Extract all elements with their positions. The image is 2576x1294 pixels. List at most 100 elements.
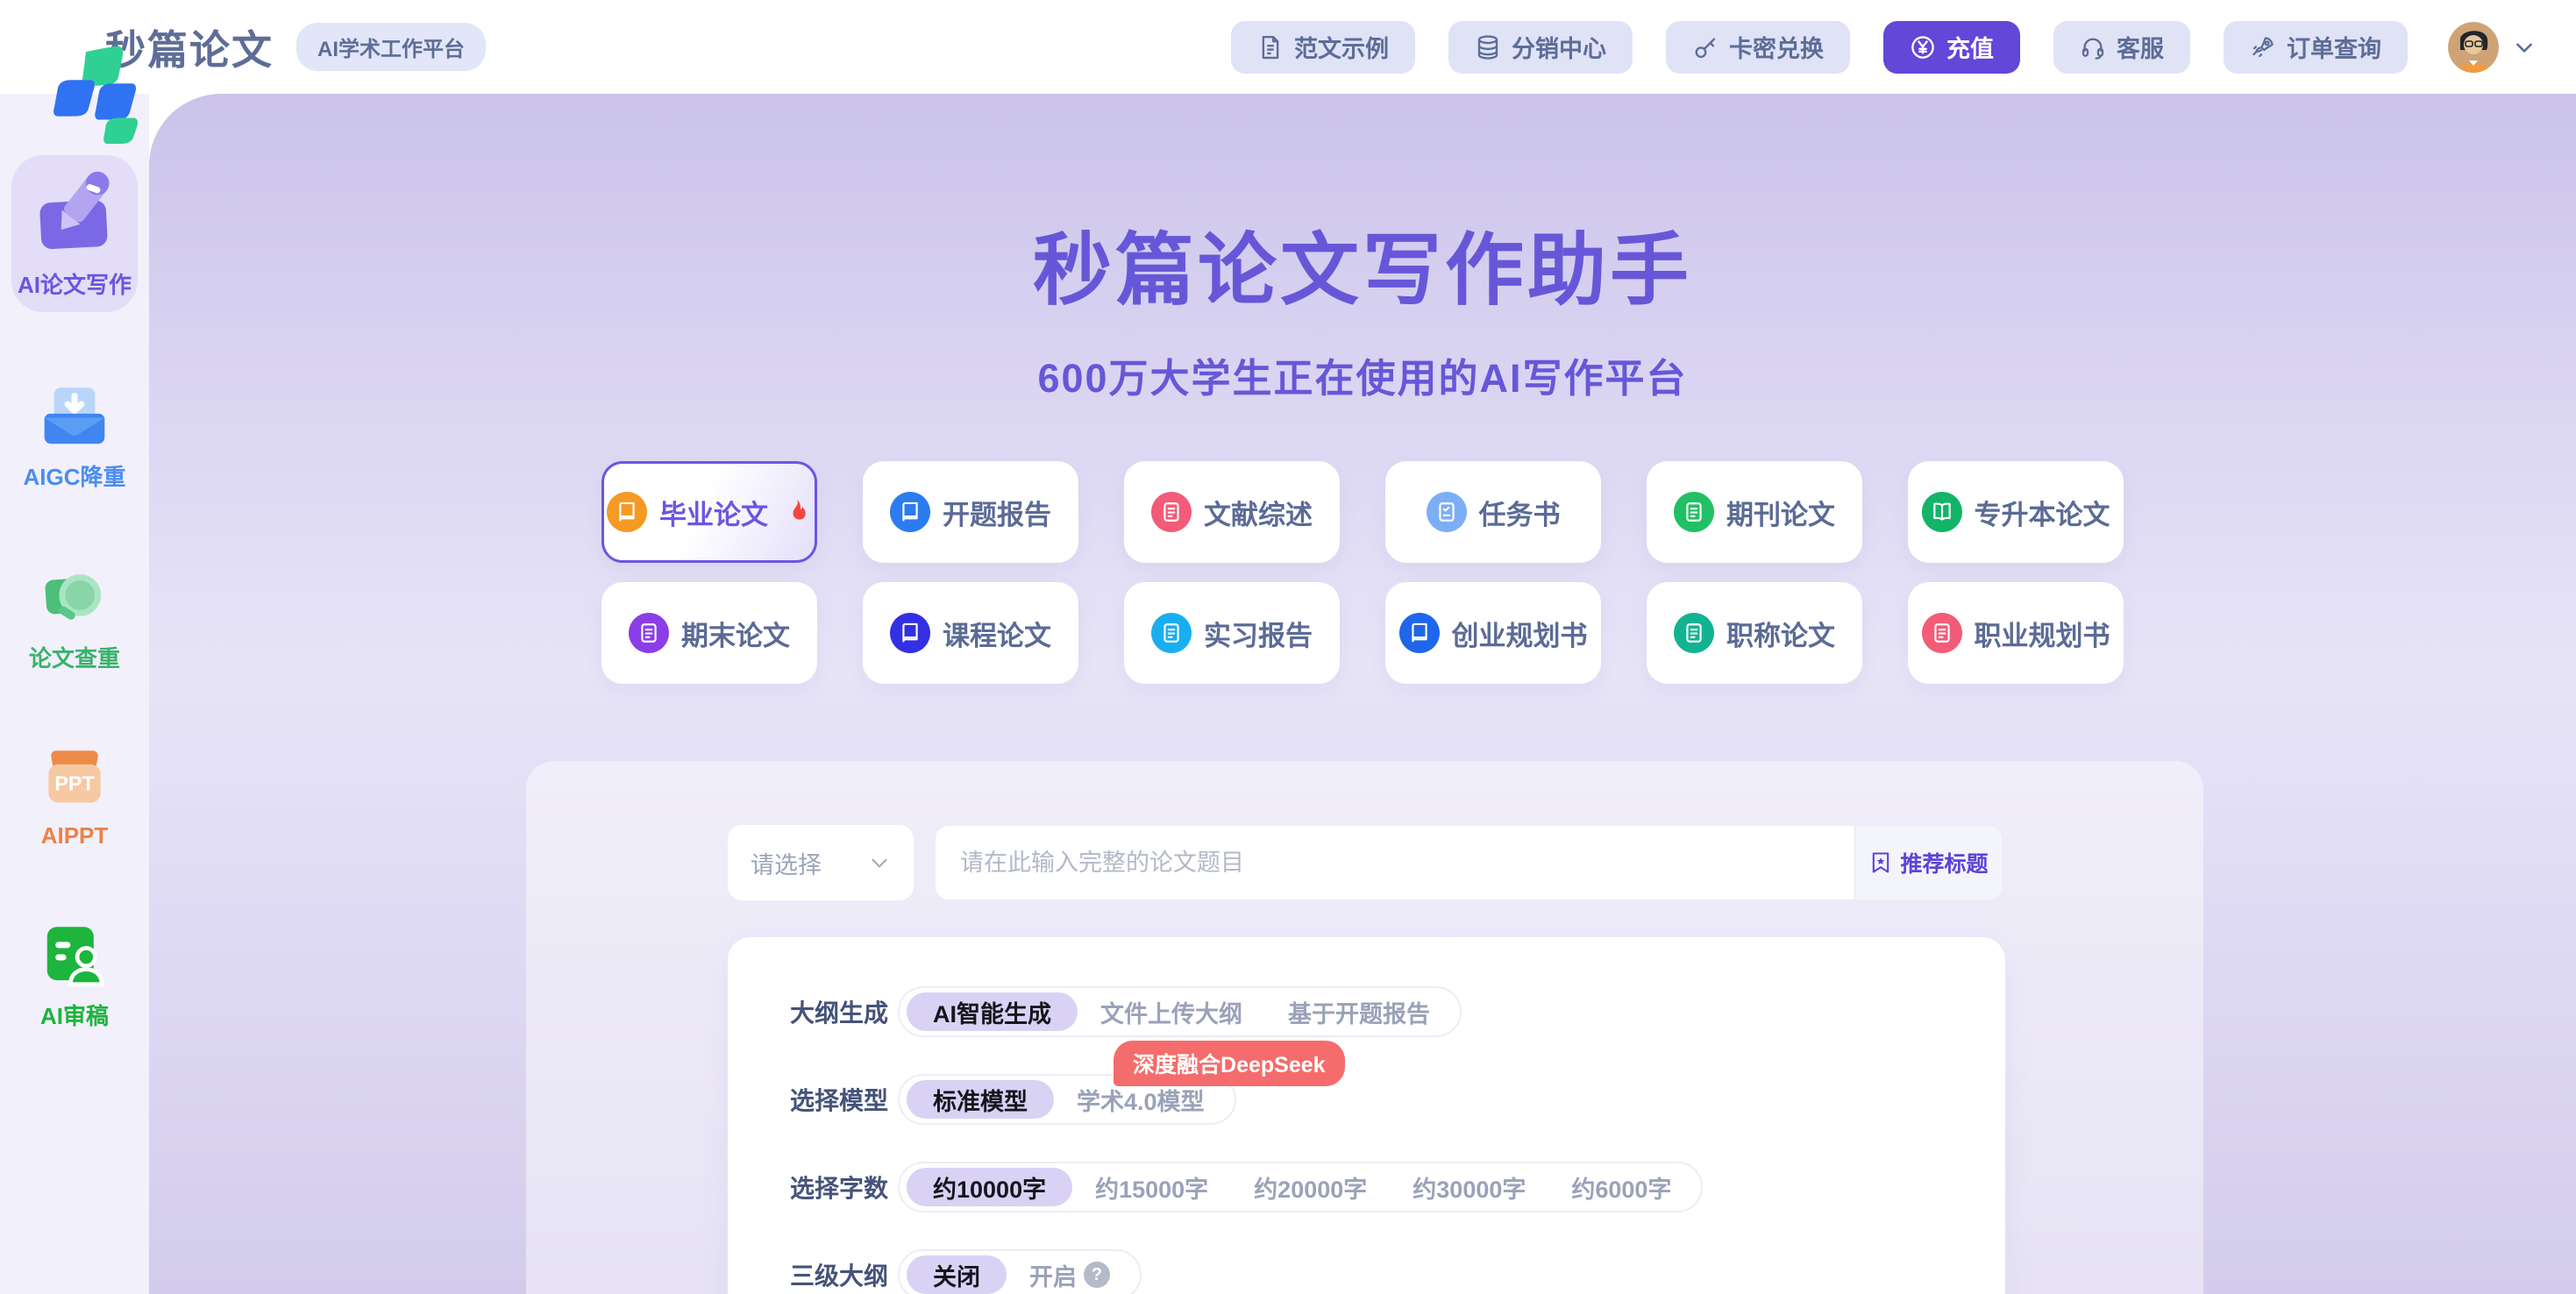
- nav-button-label: 卡密兑换: [1729, 30, 1824, 64]
- category-select[interactable]: 请选择: [728, 825, 914, 900]
- doc-icon: [1674, 492, 1714, 532]
- title-input[interactable]: [936, 826, 1854, 899]
- segmented-control: 标准模型学术4.0模型深度融合DeepSeek: [898, 1074, 1236, 1125]
- paper-type-课程论文[interactable]: 课程论文: [863, 582, 1078, 684]
- option-约15000字[interactable]: 约15000字: [1072, 1170, 1231, 1205]
- book-icon: [607, 492, 647, 532]
- brand: 秒篇论文 AI学术工作平台: [51, 18, 486, 76]
- doc-icon: [629, 613, 669, 653]
- svg-text:PPT: PPT: [54, 771, 95, 794]
- ppt-icon: PPT: [40, 745, 109, 814]
- option-标准模型[interactable]: 标准模型: [907, 1080, 1054, 1119]
- form-row-选择模型: 选择模型标准模型学术4.0模型深度融合DeepSeek: [790, 1074, 2005, 1125]
- title-input-group: 推荐标题: [935, 825, 2003, 900]
- checklist-icon: [1427, 492, 1467, 532]
- chevron-down-icon: [868, 851, 891, 874]
- paper-type-grid: 毕业论文 开题报告 文献综述任务书 期刊论文 专升本论文期末论文 课程论文 实习报告 创业规划…: [601, 461, 2124, 684]
- nav-button-订单查询[interactable]: 订单查询: [2224, 21, 2408, 74]
- paper-type-label: 期末论文: [681, 614, 790, 653]
- option-关闭[interactable]: 关闭: [907, 1255, 1007, 1294]
- nav-button-充值[interactable]: 充值: [1883, 21, 2020, 74]
- main-content: 秒篇论文写作助手 600万大学生正在使用的AI写作平台 毕业论文 开题报告 文献综述…: [149, 94, 2576, 1294]
- magnifier-icon: [40, 564, 109, 632]
- sidebar-item-label: AI论文写作: [18, 267, 132, 300]
- paper-type-实习报告[interactable]: 实习报告: [1124, 582, 1340, 684]
- nav-button-分销中心[interactable]: 分销中心: [1448, 21, 1633, 74]
- option-约10000字[interactable]: 约10000字: [907, 1168, 1072, 1206]
- option-基于开题报告[interactable]: 基于开题报告: [1265, 995, 1453, 1029]
- paper-type-文献综述[interactable]: 文献综述: [1124, 461, 1340, 563]
- paper-type-开题报告[interactable]: 开题报告: [863, 461, 1078, 563]
- paper-type-专升本论文[interactable]: 专升本论文: [1908, 461, 2124, 563]
- option-label: 约15000字: [1095, 1170, 1208, 1205]
- pencil-writing-icon: [30, 169, 119, 259]
- paper-type-label: 期刊论文: [1726, 493, 1835, 532]
- option-文件上传大纲[interactable]: 文件上传大纲: [1078, 995, 1265, 1029]
- reviewer-icon: [40, 921, 109, 990]
- hero-title: 秒篇论文写作助手: [149, 206, 2576, 320]
- recommend-badge-icon: [1868, 850, 1893, 875]
- option-学术4.0模型[interactable]: 学术4.0模型: [1054, 1083, 1228, 1117]
- sidebar-item-论文查重[interactable]: 论文查重: [29, 564, 120, 673]
- help-icon[interactable]: ?: [1084, 1262, 1110, 1288]
- sidebar-item-label: AIGC降重: [23, 459, 125, 492]
- option-label: 约20000字: [1254, 1170, 1367, 1205]
- segmented-control: 关闭开启?: [898, 1249, 1142, 1294]
- paper-type-期刊论文[interactable]: 期刊论文: [1647, 461, 1862, 563]
- form-card: 大纲生成 AI智能生成文件上传大纲基于开题报告选择模型标准模型学术4.0模型深度融…: [728, 937, 2005, 1294]
- chevron-down-icon[interactable]: [2513, 36, 2536, 59]
- option-开启[interactable]: 开启?: [1007, 1258, 1133, 1292]
- sidebar-item-label: AIPPT: [41, 822, 109, 850]
- form-row-label: 三级大纲: [790, 1257, 891, 1292]
- nav-button-范文示例[interactable]: 范文示例: [1231, 21, 1415, 74]
- nav-button-客服[interactable]: 客服: [2053, 21, 2190, 74]
- recommend-title-label: 推荐标题: [1900, 847, 1988, 878]
- paper-type-任务书[interactable]: 任务书: [1385, 461, 1601, 563]
- form-row-label: 选择字数: [790, 1170, 891, 1205]
- sidebar-item-AIPPT[interactable]: PPT AIPPT: [40, 745, 109, 850]
- database-icon: [1475, 34, 1501, 60]
- doc-icon: [1674, 613, 1714, 653]
- book-icon: [890, 613, 930, 653]
- doc-icon: [1922, 613, 1962, 653]
- option-label: 约10000字: [933, 1170, 1046, 1205]
- sidebar: AI论文写作 AIGC降重论文查重 PPT AIPPT AI审稿: [0, 94, 149, 1294]
- sidebar-item-AI审稿[interactable]: AI审稿: [40, 921, 109, 1031]
- form-row-选择字数: 选择字数 约10000字 约15000字 约20000字约30000字约6000字: [790, 1162, 2005, 1212]
- hero-subtitle: 600万大学生正在使用的AI写作平台: [149, 346, 2576, 403]
- download-envelope-icon: [40, 382, 109, 451]
- option-约30000字[interactable]: 约30000字: [1390, 1170, 1548, 1205]
- avatar[interactable]: [2448, 22, 2499, 73]
- doc-icon: [1151, 492, 1192, 532]
- option-label: 开启: [1029, 1258, 1077, 1292]
- paper-type-职业规划书[interactable]: 职业规划书: [1908, 582, 2124, 684]
- category-select-value: 请选择: [751, 846, 822, 880]
- paper-type-职称论文[interactable]: 职称论文: [1647, 582, 1862, 684]
- paper-type-毕业论文[interactable]: 毕业论文: [601, 461, 817, 563]
- option-label: 基于开题报告: [1288, 995, 1430, 1029]
- sidebar-item-label: 论文查重: [29, 641, 120, 673]
- paper-type-label: 开题报告: [943, 493, 1051, 532]
- form-row-label: 大纲生成: [790, 994, 891, 1029]
- paper-type-label: 职业规划书: [1975, 614, 2110, 653]
- deepseek-badge: 深度融合DeepSeek: [1114, 1041, 1345, 1086]
- nav-button-label: 客服: [2117, 30, 2164, 64]
- rocket-icon: [2250, 34, 2276, 60]
- option-label: 关闭: [933, 1258, 980, 1292]
- sidebar-item-AI论文写作[interactable]: AI论文写作: [11, 155, 138, 312]
- openbook-icon: [1922, 492, 1962, 532]
- nav-button-卡密兑换[interactable]: 卡密兑换: [1666, 21, 1850, 74]
- paper-type-创业规划书[interactable]: 创业规划书: [1385, 582, 1601, 684]
- option-AI智能生成[interactable]: AI智能生成: [907, 992, 1078, 1031]
- topic-row: 请选择 推荐标题: [728, 825, 2003, 900]
- book-icon: [1399, 613, 1440, 653]
- option-label: 约6000字: [1571, 1170, 1671, 1205]
- recommend-title-button[interactable]: 推荐标题: [1854, 826, 2002, 899]
- paper-type-label: 实习报告: [1204, 614, 1313, 653]
- paper-type-期末论文[interactable]: 期末论文: [601, 582, 817, 684]
- paper-type-label: 创业规划书: [1452, 614, 1588, 653]
- form-row-三级大纲: 三级大纲关闭开启?: [790, 1249, 2005, 1294]
- option-约6000字[interactable]: 约6000字: [1548, 1170, 1694, 1205]
- option-约20000字[interactable]: 约20000字: [1231, 1170, 1390, 1205]
- sidebar-item-AIGC降重[interactable]: AIGC降重: [23, 382, 125, 492]
